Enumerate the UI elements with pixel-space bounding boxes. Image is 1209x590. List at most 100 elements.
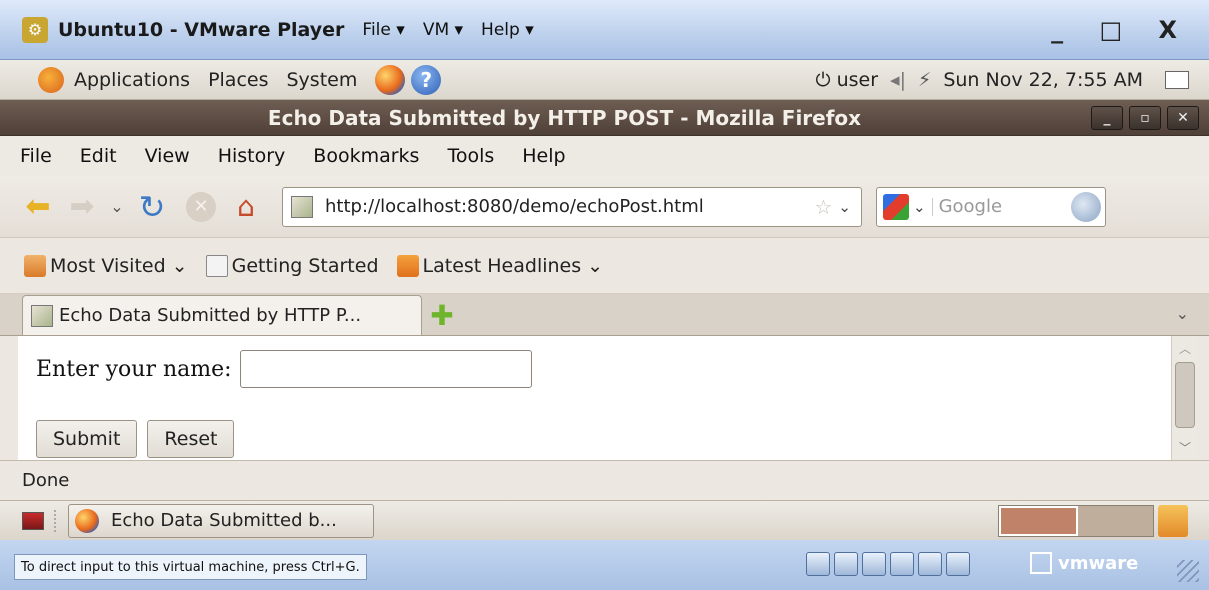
vmware-menu-file[interactable]: File ▾ [362,20,404,40]
tab-strip: Echo Data Submitted by HTTP P... ✚ ⌄ [0,294,1209,336]
scroll-thumb[interactable] [1175,362,1195,428]
panel-menu-places[interactable]: Places [208,69,268,91]
hard-disk-icon[interactable] [806,552,830,576]
vmware-logo-icon: ⚙ [22,16,48,43]
bookmark-label: Most Visited ⌄ [50,254,188,277]
search-bar[interactable]: ⌄ Google [876,186,1106,227]
bookmark-label: Latest Headlines ⌄ [422,254,604,277]
vmware-menu-help[interactable]: Help ▾ [481,20,534,40]
close-button[interactable]: ✕ [1167,106,1199,130]
gnome-bottom-panel: Echo Data Submitted b... [0,500,1209,540]
firefox-menubar: File Edit View History Bookmarks Tools H… [0,136,1209,176]
menu-edit[interactable]: Edit [80,145,117,167]
menu-history[interactable]: History [218,145,286,167]
sound-card-icon[interactable] [918,552,942,576]
bookmark-getting-started[interactable]: Getting Started [205,254,379,277]
mail-icon[interactable] [1165,71,1189,89]
menu-file[interactable]: File [20,145,52,167]
url-text[interactable]: http://localhost:8080/demo/echoPost.html [325,196,814,217]
back-button[interactable]: ⬅ [18,187,58,227]
forward-button[interactable]: ➡ [62,187,102,227]
url-bar[interactable]: http://localhost:8080/demo/echoPost.html… [282,186,862,227]
vmware-window-controls[interactable]: _ □ X [1051,16,1191,44]
menu-view[interactable]: View [145,145,190,167]
taskbar-firefox-button[interactable]: Echo Data Submitted b... [68,503,374,538]
home-button[interactable]: ⌂ [226,187,266,227]
panel-separator [54,509,60,532]
vmware-title: Ubuntu10 - VMware Player [58,18,345,41]
name-label: Enter your name: [36,356,232,382]
floppy-icon[interactable] [862,552,886,576]
vmware-titlebar: ⚙ Ubuntu10 - VMware Player File ▾ VM ▾ H… [0,0,1209,60]
name-form-row: Enter your name: [36,350,532,388]
form-buttons: Submit Reset [36,420,235,458]
status-text: Done [22,470,70,491]
maximize-button[interactable]: ▫ [1129,106,1161,130]
search-engine-dropdown-icon[interactable]: ⌄ [913,197,933,216]
display-icon[interactable] [946,552,970,576]
workspace-1[interactable] [999,506,1078,536]
site-favicon-icon [291,195,313,218]
new-tab-button[interactable]: ✚ [422,295,462,335]
firefox-icon [75,508,99,533]
user-menu[interactable]: ⏻ user [816,69,879,91]
history-dropdown-button[interactable]: ⌄ [106,187,128,227]
page-content: Enter your name: Submit Reset [18,336,1171,460]
taskbar-label: Echo Data Submitted b... [111,510,337,531]
reset-button[interactable]: Reset [147,420,235,458]
volume-icon[interactable]: ◂| [890,69,906,91]
stop-button[interactable]: ✕ [186,191,216,222]
help-launcher-icon[interactable]: ? [411,64,442,95]
search-icon[interactable] [1071,191,1101,222]
menu-tools[interactable]: Tools [447,145,494,167]
bookmarks-toolbar: Most Visited ⌄ Getting Started Latest He… [0,238,1209,294]
vmware-brand-text: vmware [1058,552,1139,574]
bookmark-label: Getting Started [231,254,379,277]
firefox-statusbar: Done [0,460,1209,500]
vertical-scrollbar[interactable]: ︿ ﹀ [1171,336,1197,460]
reload-button[interactable]: ↻ [132,187,172,227]
content-frame-left [0,336,18,460]
menu-bookmarks[interactable]: Bookmarks [313,145,419,167]
menu-help[interactable]: Help [522,145,565,167]
submit-button[interactable]: Submit [36,420,138,458]
minimize-button[interactable]: _ [1091,106,1123,130]
url-dropdown-icon[interactable]: ⌄ [838,198,851,216]
search-engine-icon[interactable] [883,193,909,220]
ubuntu-logo-icon[interactable] [38,66,64,93]
name-input[interactable] [239,350,532,388]
panel-clock[interactable]: Sun Nov 22, 7:55 AM [943,69,1143,91]
bookmark-latest-headlines[interactable]: Latest Headlines ⌄ [396,254,604,277]
tab-echo-data[interactable]: Echo Data Submitted by HTTP P... [22,295,422,335]
panel-menu-applications[interactable]: Applications [74,69,190,91]
vmware-input-hint: To direct input to this virtual machine,… [14,554,367,580]
page-icon [205,254,228,277]
firefox-titlebar: Echo Data Submitted by HTTP POST - Mozil… [0,100,1209,136]
panel-menu-system[interactable]: System [286,69,357,91]
workspace-2[interactable] [1078,506,1153,536]
vmware-menu-vm[interactable]: VM ▾ [423,20,463,40]
tab-label: Echo Data Submitted by HTTP P... [59,305,362,326]
scroll-down-icon[interactable]: ﹀ [1172,439,1198,456]
search-input[interactable]: Google [939,196,1071,217]
panel-indicators: ⏻ user ◂| ⚡ Sun Nov 22, 7:55 AM [804,60,1189,100]
bookmark-most-visited[interactable]: Most Visited ⌄ [24,254,188,277]
scroll-up-icon[interactable]: ︿ [1172,340,1198,357]
firefox-window-controls: _ ▫ ✕ [1091,106,1199,130]
network-adapter-icon[interactable] [890,552,914,576]
workspace-switcher[interactable] [998,505,1154,537]
firefox-window-title: Echo Data Submitted by HTTP POST - Mozil… [267,105,862,130]
tab-list-dropdown-icon[interactable]: ⌄ [1176,304,1189,323]
tab-favicon-icon [31,304,53,327]
show-desktop-icon[interactable] [22,511,44,530]
vmware-brand: vmware [1030,552,1138,574]
network-icon[interactable]: ⚡ [918,69,931,91]
bookmark-star-icon[interactable]: ☆ [814,195,832,219]
resize-grip-icon[interactable] [1177,560,1199,582]
folder-icon [24,254,46,277]
cd-rom-icon[interactable] [834,552,858,576]
firefox-launcher-icon[interactable] [375,64,406,95]
gnome-top-panel: Applications Places System ? ⏻ user ◂| ⚡… [0,60,1209,100]
trash-icon[interactable] [1158,505,1188,537]
vmware-device-icons [806,552,970,576]
